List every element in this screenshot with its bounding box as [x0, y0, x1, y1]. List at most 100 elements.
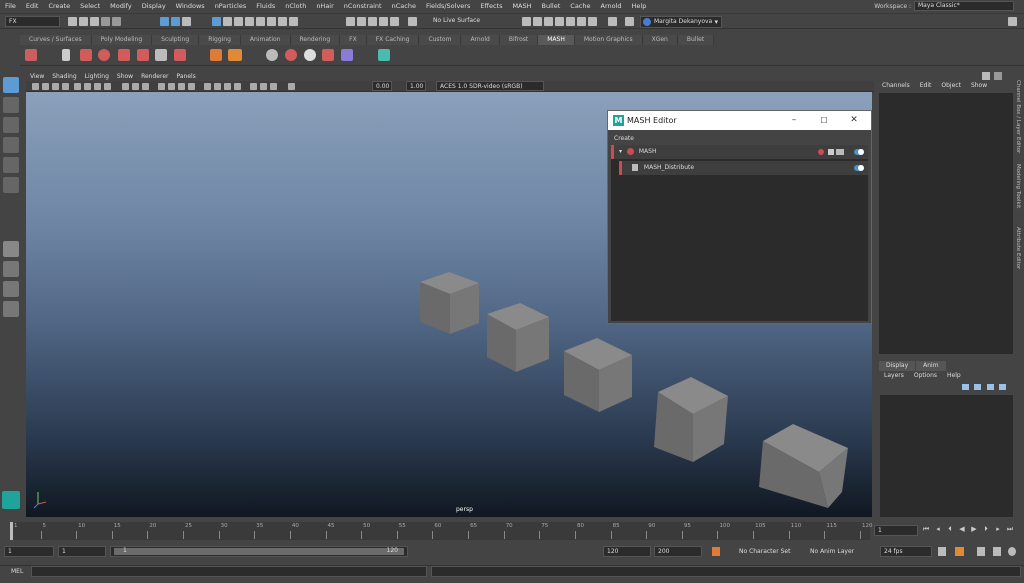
shelf-tab-sculpting[interactable]: Sculpting	[152, 35, 200, 45]
playhead[interactable]	[10, 522, 13, 540]
xray-joints-icon[interactable]	[270, 83, 277, 90]
select-component-icon[interactable]	[182, 17, 191, 26]
move-tool-icon[interactable]	[3, 137, 19, 153]
menu-set-dropdown[interactable]: FX	[5, 16, 60, 27]
playback-end-field[interactable]: 120	[603, 546, 651, 557]
mel-label[interactable]: MEL	[0, 566, 28, 577]
shelf-tab-rigging[interactable]: Rigging	[199, 35, 241, 45]
mash-editor-icon[interactable]	[62, 49, 70, 61]
mask-deformers-icon[interactable]	[245, 17, 254, 26]
outliner-layout-icon[interactable]	[3, 301, 19, 317]
channel-menu-object[interactable]: Object	[936, 82, 966, 92]
wireframe-on-shaded-icon[interactable]	[188, 83, 195, 90]
channel-menu-edit[interactable]: Edit	[915, 82, 937, 92]
exposure-icon[interactable]	[288, 83, 295, 90]
mash-curve-icon[interactable]	[98, 49, 110, 61]
lights-icon[interactable]	[214, 83, 221, 90]
viewport-menu-renderer[interactable]: Renderer	[137, 72, 172, 81]
side-by-side-layout-icon[interactable]	[3, 281, 19, 297]
minimize-icon[interactable]: –	[779, 111, 809, 130]
image-plane-icon[interactable]	[62, 83, 69, 90]
step-back-key-icon[interactable]: ⏴	[946, 525, 954, 534]
rotate-tool-icon[interactable]	[3, 157, 19, 173]
layer-tab-anim[interactable]: Anim	[916, 361, 946, 371]
undo-icon[interactable]	[101, 17, 110, 26]
camera-attributes-icon[interactable]	[42, 83, 49, 90]
node-options-icon[interactable]	[828, 149, 834, 155]
anim-preferences-icon[interactable]	[955, 547, 964, 556]
scale-tool-icon[interactable]	[3, 177, 19, 193]
viewport-menu-lighting[interactable]: Lighting	[81, 72, 113, 81]
shelf-tab-arnold[interactable]: Arnold	[461, 35, 500, 45]
cube-5[interactable]	[759, 424, 848, 508]
menu-modify[interactable]: Modify	[105, 2, 137, 10]
mask-locators-icon[interactable]	[289, 17, 298, 26]
menu-create[interactable]: Create	[43, 2, 75, 10]
render-view-icon[interactable]	[522, 17, 531, 26]
go-to-end-icon[interactable]: ⏭	[1006, 525, 1014, 534]
anim-layer-dropdown[interactable]: No Anim Layer	[806, 546, 872, 557]
shelf-tab-motion-graphics[interactable]: Motion Graphics	[574, 35, 643, 45]
shelf-tab-rendering[interactable]: Rendering	[290, 35, 341, 45]
menu-ncloth[interactable]: nCloth	[280, 2, 311, 10]
menu-arnold[interactable]: Arnold	[596, 2, 627, 10]
step-forward-key-icon[interactable]: ⏵	[982, 525, 990, 534]
loop-icon[interactable]	[938, 547, 946, 556]
mash-create-menu[interactable]: Create	[608, 133, 871, 144]
command-input[interactable]	[31, 566, 427, 577]
safe-action-icon[interactable]	[132, 83, 139, 90]
shelf-tab-custom[interactable]: Custom	[419, 35, 462, 45]
ambient-occlusion-icon[interactable]	[234, 83, 241, 90]
snap-live-icon[interactable]	[390, 17, 399, 26]
cube-4[interactable]	[654, 377, 728, 462]
add-node-icon[interactable]	[818, 149, 824, 155]
playback-options-icon[interactable]	[993, 547, 1001, 556]
menu-mash[interactable]: MASH	[507, 2, 536, 10]
menu-nparticles[interactable]: nParticles	[210, 2, 252, 10]
mash-editor-titlebar[interactable]: M MASH Editor – ☐ ✕	[608, 111, 871, 130]
redo-icon[interactable]	[112, 17, 121, 26]
film-gate-icon[interactable]	[84, 83, 91, 90]
menu-bullet[interactable]: Bullet	[537, 2, 566, 10]
color-space-dropdown[interactable]: ACES 1.0 SDR-video (sRGB)	[436, 81, 544, 91]
shadows-icon[interactable]	[224, 83, 231, 90]
tab-modeling-toolkit[interactable]: Modeling Toolkit	[1015, 164, 1021, 208]
sphere-icon[interactable]	[304, 49, 316, 61]
move-layer-up-icon[interactable]	[962, 384, 969, 390]
new-layer-icon[interactable]	[987, 384, 994, 390]
render-setup-icon[interactable]	[577, 17, 586, 26]
dynamics-icon[interactable]	[322, 49, 334, 61]
svg-tool-icon[interactable]	[228, 49, 242, 61]
tab-attribute-editor[interactable]: Attribute Editor	[1015, 227, 1021, 269]
viewport-menu-view[interactable]: View	[26, 72, 48, 81]
single-pane-layout-icon[interactable]	[3, 241, 19, 257]
character-set-dropdown[interactable]: No Character Set	[735, 546, 801, 557]
resolution-gate-icon[interactable]	[94, 83, 101, 90]
mash-network-toggle[interactable]	[854, 149, 864, 155]
mash-distribute-row[interactable]: MASH_Distribute	[619, 161, 868, 175]
menu-display[interactable]: Display	[137, 2, 171, 10]
viewport-menu-panels[interactable]: Panels	[172, 72, 199, 81]
select-camera-icon[interactable]	[32, 83, 39, 90]
gate-mask-icon[interactable]	[104, 83, 111, 90]
select-tool-icon[interactable]	[3, 77, 19, 93]
isolate-select-icon[interactable]	[250, 83, 257, 90]
save-scene-icon[interactable]	[90, 17, 99, 26]
toggle-panel-icon[interactable]	[625, 17, 634, 26]
menu-fluids[interactable]: Fluids	[251, 2, 280, 10]
shelf-tab-curves-surfaces[interactable]: Curves / Surfaces	[20, 35, 92, 45]
new-scene-icon[interactable]	[68, 17, 77, 26]
shelf-notes-icon[interactable]	[378, 49, 390, 61]
shelf-tab-bifrost[interactable]: Bifrost	[499, 35, 539, 45]
workspace-dropdown[interactable]: Maya Classic*	[914, 1, 1014, 11]
shelf-tab-animation[interactable]: Animation	[240, 35, 291, 45]
menu-effects[interactable]: Effects	[475, 2, 507, 10]
xray-icon[interactable]	[260, 83, 267, 90]
cube-2[interactable]	[487, 303, 549, 372]
menu-cache[interactable]: Cache	[565, 2, 595, 10]
time-slider[interactable]: 1 5 10 15 20 25 30 35 40 45 50 55 60 65 70 75 80 85 90 95 10…	[10, 522, 873, 540]
sound-icon[interactable]	[977, 547, 985, 556]
range-slider-bar[interactable]: 1 120	[114, 547, 404, 555]
paint-select-tool-icon[interactable]	[3, 117, 19, 133]
menu-file[interactable]: File	[0, 2, 21, 10]
